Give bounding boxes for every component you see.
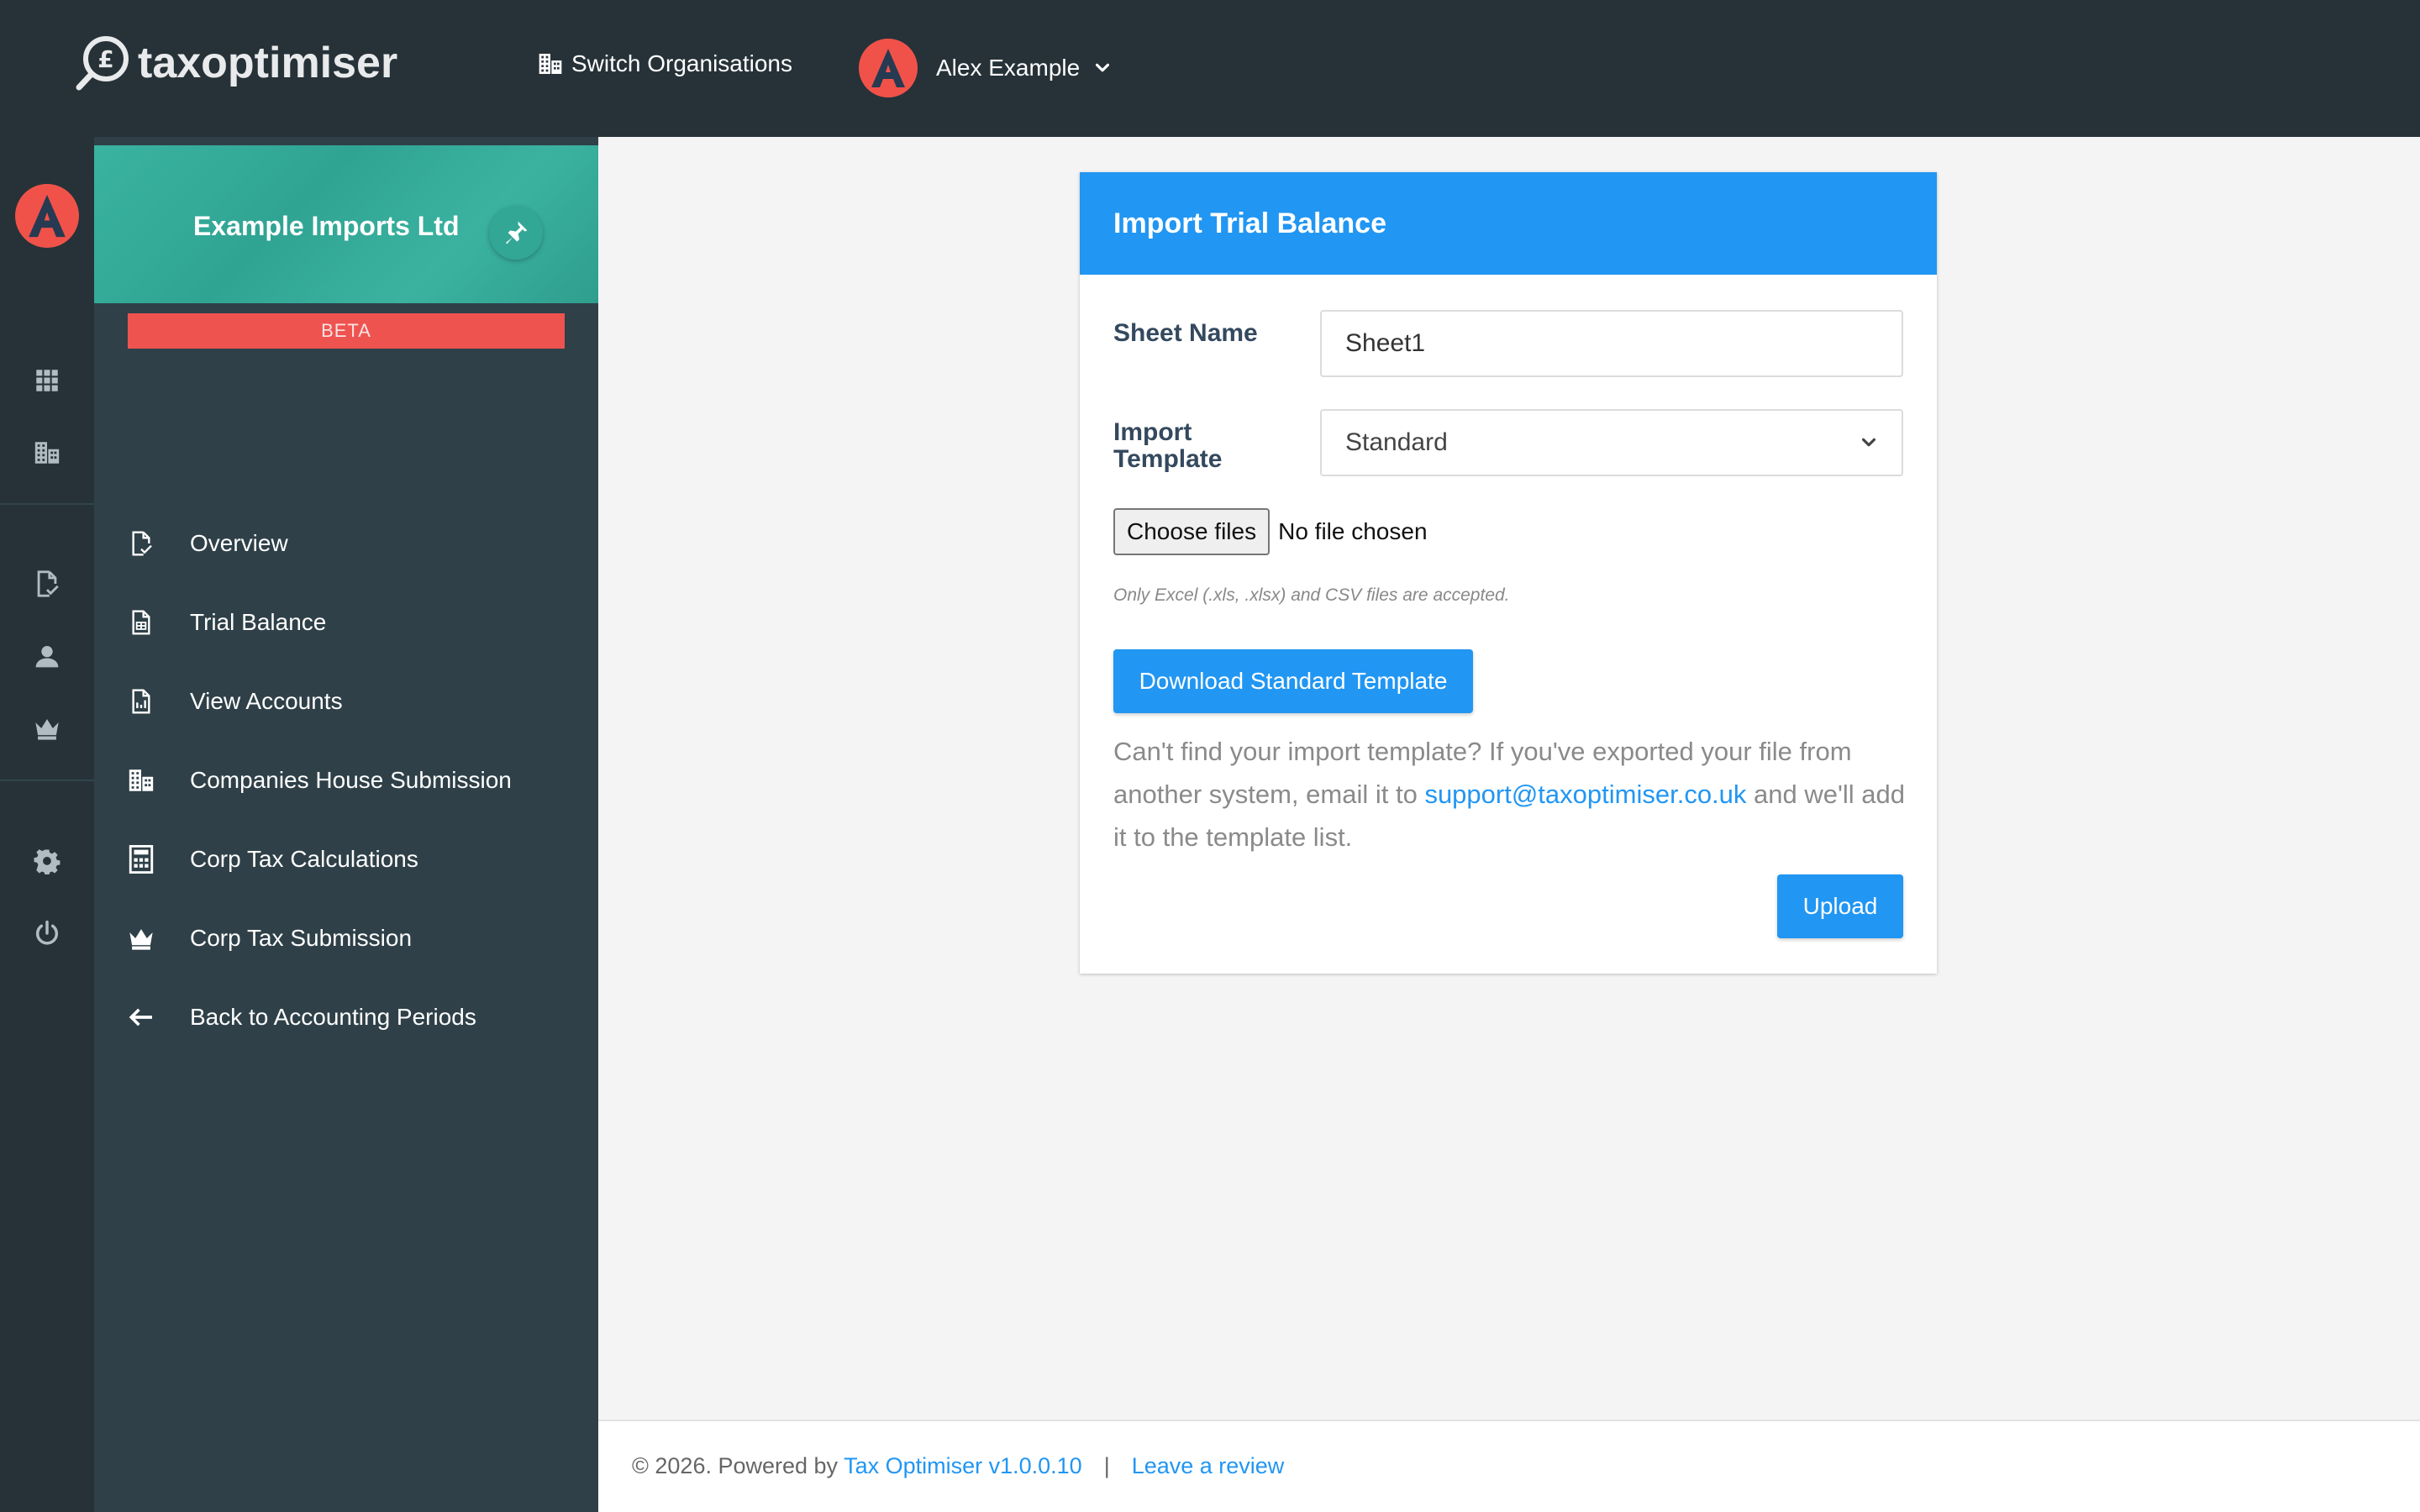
upload-button[interactable]: Upload — [1777, 874, 1903, 938]
card-header: Import Trial Balance — [1080, 172, 1937, 275]
footer-text: © 2026. Powered by Tax Optimiser v1.0.0.… — [632, 1453, 1284, 1479]
calculator-icon — [124, 843, 158, 876]
sidebar-item-label: Back to Accounting Periods — [190, 1004, 476, 1030]
rail-corp-tax-button[interactable] — [30, 711, 64, 745]
magnifier-pound-icon: £ — [76, 36, 129, 91]
rail-settings-button[interactable] — [30, 844, 64, 878]
download-template-button[interactable]: Download Standard Template — [1113, 649, 1473, 713]
rail-profile-button[interactable] — [30, 639, 64, 673]
spreadsheet-icon — [124, 606, 158, 639]
rail-divider — [0, 780, 94, 781]
pin-icon — [506, 221, 528, 244]
file-status: No file chosen — [1278, 518, 1428, 544]
help-text: Can't find your import template? If you'… — [1113, 730, 1912, 858]
buildings-icon — [124, 764, 158, 797]
power-icon — [35, 920, 59, 945]
import-trial-balance-card: Import Trial Balance Sheet Name Import T… — [1080, 172, 1937, 974]
organisation-name: Example Imports Ltd — [193, 211, 460, 241]
person-icon — [35, 646, 59, 668]
top-navbar: £ taxoptimiser Switch Organisations Alex… — [0, 0, 2420, 137]
pin-sidebar-button[interactable] — [489, 206, 543, 260]
sidebar-item-label: Trial Balance — [190, 609, 327, 635]
document-check-icon — [37, 570, 59, 597]
rail-overview-button[interactable] — [30, 567, 64, 601]
gear-icon — [34, 849, 60, 874]
sidebar-item-back-to-accounting-periods[interactable]: Back to Accounting Periods — [124, 996, 476, 1038]
sidebar-item-label: View Accounts — [190, 688, 343, 714]
crown-icon — [35, 719, 59, 740]
import-template-select[interactable]: Standard — [1320, 409, 1903, 476]
avatar-letter-icon — [871, 49, 905, 87]
sidebar-item-label: Companies House Submission — [190, 767, 512, 793]
user-menu[interactable]: Alex Example — [859, 39, 1112, 97]
user-name: Alex Example — [936, 55, 1081, 81]
import-template-label: Import Template — [1113, 418, 1223, 473]
sidebar-item-label: Overview — [190, 530, 288, 556]
sidebar-item-label: Corp Tax Submission — [190, 925, 413, 951]
rail-apps-button[interactable] — [30, 364, 64, 397]
brand-name: taxoptimiser — [138, 39, 398, 87]
rail-divider — [0, 503, 94, 505]
avatar-letter-icon — [29, 194, 66, 238]
rail-avatar[interactable] — [15, 184, 79, 248]
support-email-link[interactable]: support@taxoptimiser.co.uk — [1424, 780, 1746, 809]
footer: © 2026. Powered by Tax Optimiser v1.0.0.… — [598, 1420, 2420, 1512]
chevron-down-icon — [1096, 63, 1110, 72]
main-content: Import Trial Balance Sheet Name Import T… — [598, 137, 2420, 1420]
sidebar-item-corp-tax-submission[interactable]: Corp Tax Submission — [124, 917, 412, 959]
sheet-name-label: Sheet Name — [1113, 319, 1258, 347]
file-type-hint: Only Excel (.xls, .xlsx) and CSV files a… — [1113, 585, 1510, 605]
file-upload-row: Choose files No file chosen — [1113, 508, 1428, 555]
user-avatar — [859, 39, 918, 97]
chevron-down-icon — [1861, 438, 1876, 447]
crown-icon — [124, 921, 158, 955]
rail-logout-button[interactable] — [30, 916, 64, 950]
switch-organisations-label: Switch Organisations — [571, 50, 793, 76]
import-template-value: Standard — [1345, 428, 1448, 456]
card-title: Import Trial Balance — [1113, 207, 1386, 239]
sheet-name-input[interactable] — [1320, 310, 1903, 377]
buildings-icon — [539, 54, 562, 74]
document-check-icon — [124, 527, 158, 560]
sidebar: Example Imports Ltd BETA Overview Trial … — [94, 137, 598, 1512]
product-version-link[interactable]: Tax Optimiser v1.0.0.10 — [844, 1453, 1082, 1478]
choose-files-button[interactable]: Choose files — [1113, 508, 1270, 555]
sidebar-item-view-accounts[interactable]: View Accounts — [124, 680, 343, 722]
sidebar-item-overview[interactable]: Overview — [124, 522, 288, 564]
sidebar-item-label: Corp Tax Calculations — [190, 846, 418, 872]
leave-review-link[interactable]: Leave a review — [1132, 1453, 1285, 1478]
sidebar-item-companies-house-submission[interactable]: Companies House Submission — [124, 759, 512, 801]
footer-separator: | — [1103, 1453, 1110, 1478]
icon-rail — [0, 137, 94, 1512]
sidebar-item-corp-tax-calculations[interactable]: Corp Tax Calculations — [124, 838, 418, 880]
sidebar-item-trial-balance[interactable]: Trial Balance — [124, 601, 326, 643]
apps-icon — [36, 370, 58, 391]
switch-organisations-link[interactable]: Switch Organisations — [536, 50, 792, 77]
beta-badge: BETA — [128, 313, 565, 349]
buildings-icon — [34, 442, 60, 464]
copyright-text: © 2026. Powered by — [632, 1453, 844, 1478]
organisation-header: Example Imports Ltd — [94, 145, 598, 303]
brand-logo[interactable]: £ taxoptimiser — [76, 34, 397, 92]
arrow-left-icon — [124, 1000, 158, 1034]
rail-organisations-button[interactable] — [30, 436, 64, 470]
svg-text:£: £ — [97, 45, 113, 73]
report-chart-icon — [124, 685, 158, 718]
